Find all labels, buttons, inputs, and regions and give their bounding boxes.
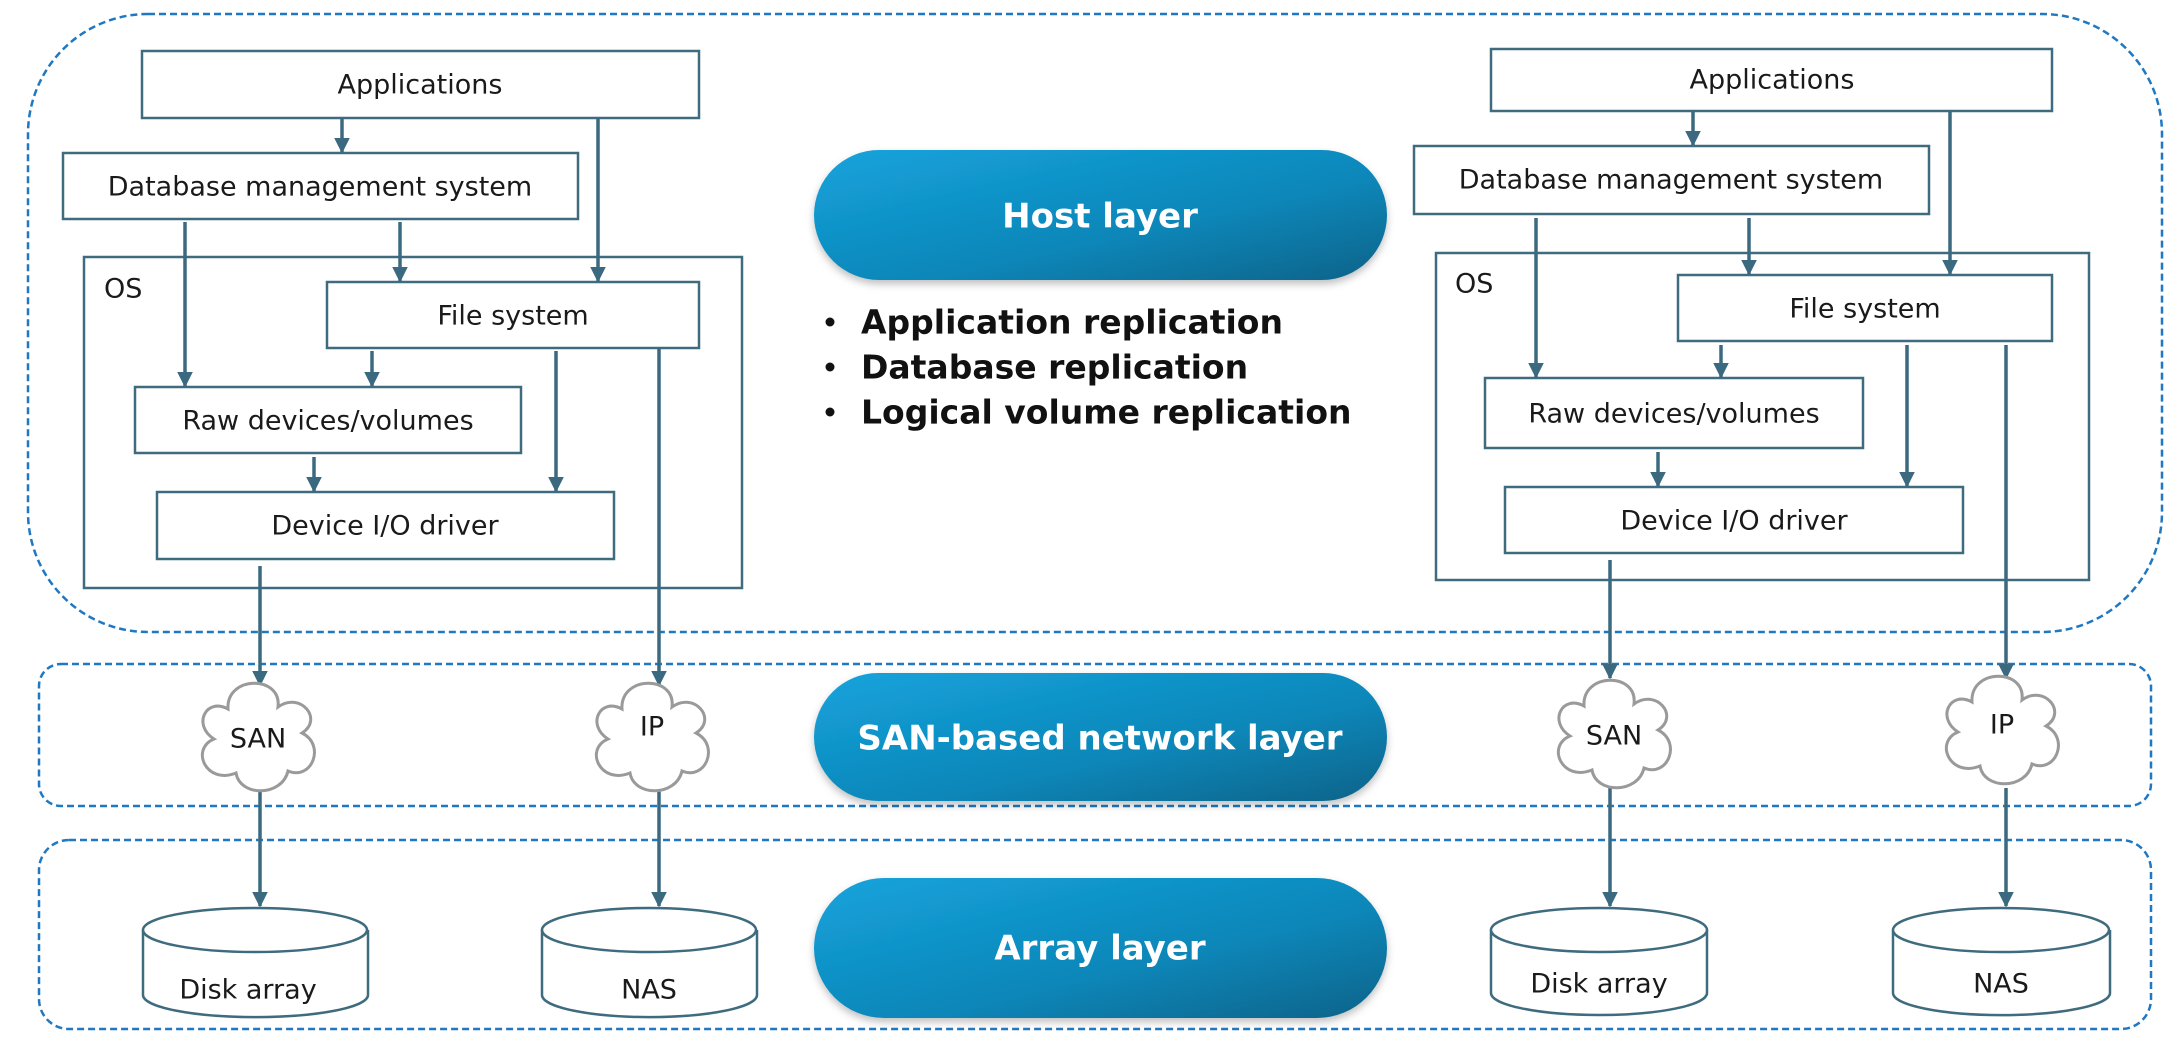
os-label: OS: [1455, 269, 1493, 300]
host-replication-list: Application replication Database replica…: [825, 303, 1352, 432]
network-layer-label: SAN-based network layer: [857, 719, 1342, 759]
file-system-label: File system: [437, 301, 588, 332]
bullet-dot: [825, 317, 835, 327]
nas-label: NAS: [1973, 969, 2029, 1000]
bullet-item: Database replication: [861, 348, 1248, 387]
disk-array-label: Disk array: [1530, 969, 1667, 1000]
file-system-label: File system: [1789, 294, 1940, 325]
raw-devices-label: Raw devices/volumes: [1528, 399, 1819, 430]
san-label: SAN: [1586, 721, 1642, 752]
device-driver-label: Device I/O driver: [271, 511, 499, 542]
device-driver-label: Device I/O driver: [1620, 506, 1848, 537]
host-layer-label: Host layer: [1002, 197, 1198, 237]
nas-label: NAS: [621, 975, 677, 1006]
dbms-label: Database management system: [108, 172, 532, 203]
storage-replication-diagram: Host layer SAN-based network layer Array…: [26, 12, 2164, 1031]
bullet-dot: [825, 407, 835, 417]
san-label: SAN: [230, 724, 286, 755]
bullet-item: Logical volume replication: [861, 393, 1352, 432]
disk-array-label: Disk array: [179, 975, 316, 1006]
applications-label: Applications: [338, 70, 503, 101]
applications-label: Applications: [1690, 65, 1855, 96]
ip-label: IP: [640, 712, 664, 743]
raw-devices-label: Raw devices/volumes: [182, 406, 473, 437]
bullet-dot: [825, 362, 835, 372]
bullet-item: Application replication: [861, 303, 1283, 342]
dbms-label: Database management system: [1459, 165, 1883, 196]
array-layer-label: Array layer: [994, 929, 1206, 969]
ip-label: IP: [1990, 710, 2014, 741]
os-label: OS: [104, 274, 142, 305]
